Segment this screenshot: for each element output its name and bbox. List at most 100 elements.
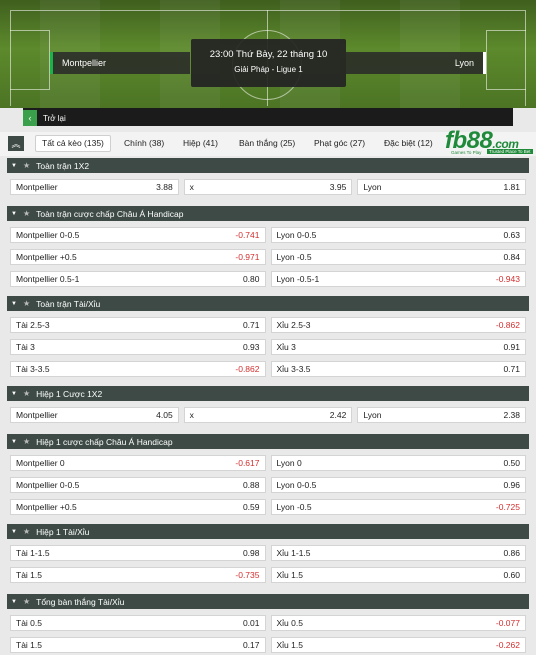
odds-cell[interactable]: Montpellier 0-0.5 -0.741 [10, 227, 266, 243]
odds-value: -0.862 [235, 364, 260, 374]
odds-row: Montpellier 3.88 x 3.95 Lyon 1.81 [7, 179, 529, 195]
odds-row: Tài 1.5 -0.735 Xỉu 1.5 0.60 [7, 567, 529, 583]
odds-cell[interactable]: Tài 2.5-3 0.71 [10, 317, 266, 333]
odds-label: Lyon 0-0.5 [276, 480, 317, 490]
odds-label: x [189, 410, 194, 420]
chevron-left-icon: ‹ [23, 110, 37, 126]
odds-cell[interactable]: x 2.42 [183, 407, 353, 423]
odds-cell[interactable]: Tài 3-3.5 -0.862 [10, 361, 266, 377]
odds-cell[interactable]: Tài 0.5 0.01 [10, 615, 266, 631]
back-bar: ‹ Trở lại [23, 108, 513, 126]
odds-cell[interactable]: Lyon 0-0.5 0.63 [270, 227, 526, 243]
odds-value: -0.943 [495, 274, 520, 284]
odds-cell[interactable]: Xỉu 3-3.5 0.71 [270, 361, 526, 377]
odds-label: Tài 1.5 [16, 570, 42, 580]
odds-cell[interactable]: Lyon 2.38 [357, 407, 527, 423]
odds-cell[interactable]: Lyon -0.5 -0.725 [270, 499, 526, 515]
odds-cell[interactable]: Lyon -0.5 0.84 [270, 249, 526, 265]
star-icon[interactable]: ★ [23, 597, 30, 606]
odds-cell[interactable]: Montpellier 0-0.5 0.88 [10, 477, 266, 493]
tab-corners[interactable]: Phạt góc (27) [308, 135, 371, 152]
pitch-line [10, 30, 50, 90]
odds-row: Tài 2.5-3 0.71 Xỉu 2.5-3 -0.862 [7, 317, 529, 333]
odds-label: Xỉu 1.5 [276, 570, 303, 580]
odds-cell[interactable]: Montpellier 4.05 [10, 407, 179, 423]
odds-cell[interactable]: Xỉu 1-1.5 0.86 [270, 545, 526, 561]
odds-value: 0.71 [503, 364, 520, 374]
odds-cell[interactable]: Lyon 0 0.50 [270, 455, 526, 471]
odds-cell[interactable]: Xỉu 2.5-3 -0.862 [270, 317, 526, 333]
odds-row: Montpellier +0.5 -0.971 Lyon -0.5 0.84 [7, 249, 529, 265]
logo-tagline: Trusted Place To Bet [487, 149, 533, 154]
odds-cell[interactable]: Xỉu 1.5 0.60 [270, 567, 526, 583]
odds-value: 0.91 [503, 342, 520, 352]
back-label: Trở lại [43, 113, 66, 123]
tab-special[interactable]: Đặc biệt (12) [378, 135, 439, 152]
star-icon[interactable]: ★ [23, 161, 30, 170]
match-league: Giải Pháp - Ligue 1 [234, 65, 303, 74]
tab-main[interactable]: Chính (38) [118, 135, 170, 152]
market-section: ▼ ★ Toàn trận 1X2 Montpellier 3.88 x 3.95 Lyon 1… [7, 158, 529, 195]
odds-value: 0.01 [242, 618, 260, 628]
odds-cell[interactable]: Lyon 0-0.5 0.96 [270, 477, 526, 493]
odds-label: Lyon 0 [276, 458, 302, 468]
back-button[interactable]: ‹ Trở lại [23, 110, 66, 126]
section-header[interactable]: ▼ ★ Tổng bàn thắng Tài/Xỉu [7, 594, 529, 609]
star-icon[interactable]: ★ [23, 437, 30, 446]
star-icon[interactable]: ★ [23, 389, 30, 398]
odds-value: 0.86 [503, 548, 520, 558]
section-header[interactable]: ▼ ★ Hiệp 1 cược chấp Châu Á Handicap [7, 434, 529, 449]
odds-row: Montpellier 0-0.5 0.88 Lyon 0-0.5 0.96 [7, 477, 529, 493]
section-title: Toàn trận 1X2 [36, 160, 90, 171]
star-icon[interactable]: ★ [23, 527, 30, 536]
odds-value: -0.077 [495, 618, 520, 628]
market-section: ▼ ★ Toàn trận Tài/Xỉu Tài 2.5-3 0.71 Xỉu 2.5-… [7, 296, 529, 377]
odds-cell[interactable]: Lyon 1.81 [357, 179, 527, 195]
odds-cell[interactable]: Montpellier 0 -0.617 [10, 455, 266, 471]
odds-label: Tài 3-3.5 [16, 364, 50, 374]
odds-cell[interactable]: Lyon -0.5-1 -0.943 [270, 271, 526, 287]
odds-label: Montpellier 0 [16, 458, 65, 468]
section-header[interactable]: ▼ ★ Toàn trận cược chấp Châu Á Handicap [7, 206, 529, 221]
odds-value: -0.862 [495, 320, 520, 330]
odds-cell[interactable]: Tài 1.5 0.17 [10, 637, 266, 653]
odds-cell[interactable]: Montpellier +0.5 0.59 [10, 499, 266, 515]
odds-value: -0.971 [235, 252, 260, 262]
odds-cell[interactable]: Montpellier +0.5 -0.971 [10, 249, 266, 265]
odds-value: 0.88 [242, 480, 260, 490]
section-title: Hiệp 1 Cược 1X2 [36, 388, 103, 399]
odds-cell[interactable]: Tài 3 0.93 [10, 339, 266, 355]
odds-cell[interactable]: Tài 1.5 -0.735 [10, 567, 266, 583]
star-icon[interactable]: ★ [23, 209, 30, 218]
match-info: 23:00 Thứ Bảy, 22 tháng 10 Giải Pháp - L… [191, 39, 346, 87]
odds-cell[interactable]: Montpellier 0.5-1 0.80 [10, 271, 266, 287]
star-icon[interactable]: ★ [23, 299, 30, 308]
odds-cell[interactable]: x 3.95 [183, 179, 353, 195]
market-section: ▼ ★ Hiệp 1 Cược 1X2 Montpellier 4.05 x 2.42 Lyo… [7, 386, 529, 423]
tab-half[interactable]: Hiệp (41) [177, 135, 224, 152]
odds-value: 0.98 [242, 548, 260, 558]
section-title: Hiệp 1 cược chấp Châu Á Handicap [36, 436, 173, 447]
odds-label: Montpellier [16, 182, 58, 192]
odds-label: Tài 0.5 [16, 618, 42, 628]
odds-cell[interactable]: Xỉu 3 0.91 [270, 339, 526, 355]
odds-row: Tài 3-3.5 -0.862 Xỉu 3-3.5 0.71 [7, 361, 529, 377]
odds-cell[interactable]: Montpellier 3.88 [10, 179, 179, 195]
odds-cell[interactable]: Tài 1-1.5 0.98 [10, 545, 266, 561]
odds-cell[interactable]: Xỉu 0.5 -0.077 [270, 615, 526, 631]
odds-row: Tài 1.5 0.17 Xỉu 1.5 -0.262 [7, 637, 529, 653]
tab-goals[interactable]: Bàn thắng (25) [233, 135, 301, 152]
odds-value: 0.63 [503, 230, 520, 240]
odds-value: 3.88 [156, 182, 173, 192]
odds-value: 0.93 [242, 342, 260, 352]
market-section: ▼ ★ Hiệp 1 Tài/Xỉu Tài 1-1.5 0.98 Xỉu 1-1.5 0.… [7, 524, 529, 583]
odds-cell[interactable]: Xỉu 1.5 -0.262 [270, 637, 526, 653]
caret-down-icon: ▼ [11, 438, 17, 445]
section-header[interactable]: ▼ ★ Hiệp 1 Cược 1X2 [7, 386, 529, 401]
section-header[interactable]: ▼ ★ Hiệp 1 Tài/Xỉu [7, 524, 529, 539]
collapse-all-button[interactable]: ︽ [8, 136, 24, 151]
section-header[interactable]: ▼ ★ Toàn trận Tài/Xỉu [7, 296, 529, 311]
tab-all[interactable]: Tất cả kèo (135) [35, 135, 111, 152]
market-section: ▼ ★ Toàn trận cược chấp Châu Á Handicap Mon… [7, 206, 529, 287]
section-header[interactable]: ▼ ★ Toàn trận 1X2 [7, 158, 529, 173]
